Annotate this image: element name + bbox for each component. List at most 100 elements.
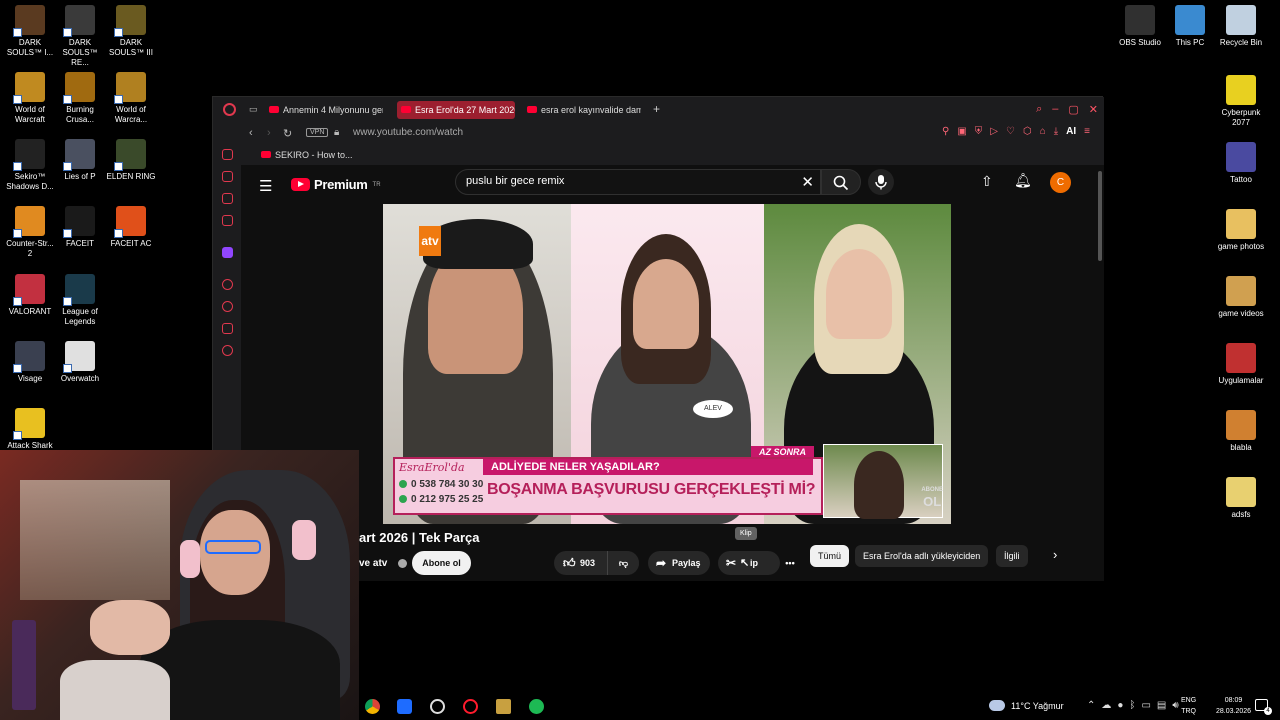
subscribe-button[interactable]: Abone ol xyxy=(412,551,471,575)
forward-button[interactable]: › xyxy=(267,127,271,139)
minimize-button[interactable]: – xyxy=(1052,103,1058,116)
desktop-icon[interactable]: game photos xyxy=(1216,209,1266,252)
new-tab-button[interactable]: + xyxy=(653,102,660,116)
desktop-icon[interactable]: Overwatch xyxy=(55,341,105,384)
mic-tray-icon[interactable]: ● xyxy=(1117,700,1123,711)
desktop-icon[interactable]: Attack Shark xyxy=(5,408,55,451)
extensions-icon[interactable]: ⬡ xyxy=(1023,126,1032,137)
player-icon[interactable] xyxy=(222,279,233,290)
desktop-icon[interactable]: DARK SOULS™ RE... xyxy=(55,5,105,68)
channel-name[interactable]: ve atv xyxy=(359,558,387,569)
pin-icon[interactable]: ⚲ xyxy=(942,126,949,137)
download-icon[interactable]: ⤓ xyxy=(1054,126,1058,137)
aria-icon[interactable] xyxy=(222,171,233,182)
vpn-badge[interactable]: VPN xyxy=(306,128,329,137)
search-tabs-icon[interactable]: ⌕ xyxy=(1036,103,1042,116)
create-upload-icon[interactable]: ⇧ xyxy=(981,173,993,190)
maximize-button[interactable]: ▢ xyxy=(1068,103,1078,116)
desktop-icon[interactable]: Recycle Bin xyxy=(1216,5,1266,48)
shield-icon[interactable]: ⛨ xyxy=(975,126,983,137)
screenshot-icon[interactable]: ▣ xyxy=(957,126,966,137)
desktop-icon[interactable]: Sekiro™ Shadows D... xyxy=(5,139,55,192)
share-button[interactable]: ➦ Paylaş xyxy=(648,551,710,575)
league-taskbar-icon[interactable] xyxy=(496,699,511,714)
tray-chevron-icon[interactable]: ⌃ xyxy=(1087,700,1095,711)
twitch-icon[interactable] xyxy=(222,247,233,258)
desktop-icon[interactable]: Counter-Str... 2 xyxy=(5,206,55,259)
history-icon[interactable] xyxy=(222,301,233,312)
voice-search-button[interactable] xyxy=(868,169,894,195)
tab-overview-icon[interactable]: ▭ xyxy=(249,104,258,115)
clear-search-icon[interactable]: ✕ xyxy=(801,173,814,191)
chip-all[interactable]: Tümü xyxy=(810,545,850,567)
desktop-icon[interactable]: VALORANT xyxy=(5,274,55,317)
heart-icon[interactable]: ♡ xyxy=(1006,126,1015,137)
desktop-icon[interactable]: World of Warcra... xyxy=(106,72,156,125)
clock[interactable]: 08:09 28.03.2026 xyxy=(1216,695,1251,717)
tab-esra-erol-active[interactable]: Esra Erol'da 27 Mart 2026 xyxy=(397,101,515,119)
video-player[interactable]: atv ALEV AZ SONRA EsraErol'da ADLİYEDE N… xyxy=(383,204,951,524)
cloud-icon[interactable]: ☁ xyxy=(1101,700,1111,711)
scrollbar[interactable] xyxy=(1098,171,1102,261)
tab-kayinvalide[interactable]: esra erol kayınvalide dama xyxy=(523,101,641,119)
desktop-icon[interactable]: Visage xyxy=(5,341,55,384)
ai-button[interactable]: AI xyxy=(1066,126,1076,137)
youtube-premium-logo[interactable]: Premium TR xyxy=(291,177,381,192)
weather-widget[interactable]: 11°C Yağmur xyxy=(989,700,1064,711)
spotify-taskbar-icon[interactable] xyxy=(529,699,544,714)
desktop-icon[interactable]: FACEIT AC xyxy=(106,206,156,249)
desktop-icon[interactable]: Uygulamalar xyxy=(1216,343,1266,386)
app-taskbar-icon[interactable] xyxy=(397,699,412,714)
messenger-icon[interactable] xyxy=(222,193,233,204)
back-button[interactable]: ‹ xyxy=(249,127,253,139)
desktop-icon[interactable]: World of Warcraft xyxy=(5,72,55,125)
speed-dial-icon[interactable] xyxy=(222,149,233,160)
opera-gx-taskbar-icon[interactable] xyxy=(463,699,478,714)
bookmark-sekiro[interactable]: SEKIRO - How to... xyxy=(261,150,353,160)
language-indicator[interactable]: ENG TRQ xyxy=(1181,695,1196,717)
reload-button[interactable]: ↻ xyxy=(283,127,292,140)
url-field[interactable]: www.youtube.com/watch xyxy=(353,127,463,138)
tab-annemin[interactable]: Annemin 4 Milyonunu geri xyxy=(265,101,383,119)
desktop-icon[interactable]: DARK SOULS™ III xyxy=(106,5,156,58)
chip-from-uploader[interactable]: Esra Erol'da adlı yükleyiciden xyxy=(855,545,989,567)
chips-next-arrow-icon[interactable]: › xyxy=(1053,547,1057,562)
bluetooth-icon[interactable]: ᛒ xyxy=(1129,700,1135,711)
lock-icon[interactable]: 🔒︎ xyxy=(334,127,339,138)
chip-related[interactable]: İlgili xyxy=(996,545,1028,567)
desktop-icon[interactable]: Lies of P xyxy=(55,139,105,182)
more-actions-button[interactable]: ••• xyxy=(778,551,802,575)
desktop-icon[interactable]: ELDEN RING xyxy=(106,139,156,182)
hamburger-menu-icon[interactable]: ☰ xyxy=(259,177,272,195)
close-window-button[interactable]: ✕ xyxy=(1089,103,1098,116)
settings-gear-icon[interactable] xyxy=(222,345,233,356)
wallet-icon[interactable]: ⌂ xyxy=(1040,126,1046,137)
desktop-icon[interactable]: Tattoo xyxy=(1216,142,1266,185)
notifications-icon[interactable]: 4 xyxy=(1255,699,1272,715)
desktop-icon[interactable]: OBS Studio xyxy=(1115,5,1165,48)
search-input[interactable] xyxy=(466,175,776,187)
network-icon[interactable]: ▤ xyxy=(1157,700,1166,711)
desktop-icon[interactable]: adsfs xyxy=(1216,477,1266,520)
desktop-icon[interactable]: game videos xyxy=(1216,276,1266,319)
account-avatar[interactable]: C xyxy=(1050,172,1071,193)
clip-button[interactable]: ✂ ↖ ip xyxy=(718,551,780,575)
desktop-icon[interactable]: DARK SOULS™ I... xyxy=(5,5,55,58)
search-button[interactable] xyxy=(821,169,861,195)
notifications-bell-icon[interactable]: 🔔︎ xyxy=(1014,172,1032,189)
volume-icon[interactable]: 🔊︎ xyxy=(1172,700,1178,711)
desktop-icon[interactable]: League of Legends xyxy=(55,274,105,327)
desktop-icon[interactable]: Burning Crusa... xyxy=(55,72,105,125)
speedometer-taskbar-icon[interactable] xyxy=(430,699,445,714)
opera-logo-icon[interactable] xyxy=(223,103,236,116)
play-icon[interactable]: ▷ xyxy=(990,126,998,137)
chat-icon[interactable] xyxy=(222,323,233,334)
chrome-taskbar-icon[interactable] xyxy=(365,699,380,714)
whatsapp-icon[interactable] xyxy=(222,215,233,226)
desktop-icon[interactable]: FACEIT xyxy=(55,206,105,249)
desktop-icon[interactable]: blabla xyxy=(1216,410,1266,453)
menu-icon[interactable]: ≡ xyxy=(1084,126,1090,137)
display-icon[interactable]: ▭ xyxy=(1141,700,1150,711)
dislike-button[interactable]: 👎︎ xyxy=(607,551,639,575)
desktop-icon[interactable]: Cyberpunk 2077 xyxy=(1216,75,1266,128)
